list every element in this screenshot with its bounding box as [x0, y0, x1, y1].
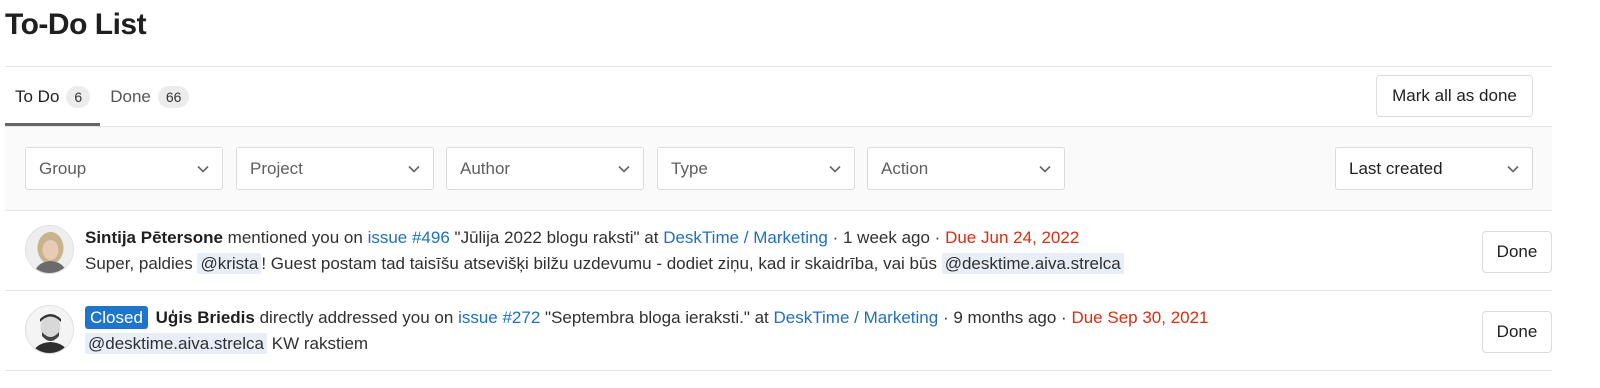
sort-dropdown[interactable]: Last created — [1335, 147, 1533, 190]
todo-target-link[interactable]: issue #496 — [368, 228, 450, 247]
todo-mention[interactable]: @krista — [197, 253, 262, 274]
done-button[interactable]: Done — [1482, 311, 1552, 353]
action-filter-dropdown[interactable]: Action — [867, 147, 1065, 190]
todo-project-link[interactable]: DeskTime / Marketing — [774, 308, 939, 327]
tab-done-label: Done — [110, 86, 151, 106]
status-badge: Closed — [85, 306, 148, 329]
todo-action-text: directly addressed you on — [259, 308, 454, 327]
todo-time: · 1 week ago · — [832, 228, 941, 247]
mark-all-done-button[interactable]: Mark all as done — [1376, 75, 1533, 117]
chevron-down-icon — [407, 162, 421, 176]
todo-summary: Closed Uģis Briedis directly addressed y… — [85, 306, 1209, 329]
chevron-down-icon — [828, 162, 842, 176]
todo-tabs: To Do 6 Done 66 — [5, 67, 199, 126]
group-filter-dropdown[interactable]: Group — [25, 147, 223, 190]
todo-body-text: ! Guest postam tad taisīšu atsevišķi bil… — [261, 254, 937, 273]
todo-action-text: mentioned you on — [227, 228, 363, 247]
project-filter-label: Project — [250, 158, 303, 178]
todo-body: Super, paldies @krista! Guest postam tad… — [85, 253, 1124, 274]
todo-author[interactable]: Uģis Briedis — [156, 308, 255, 327]
chevron-down-icon — [1038, 162, 1052, 176]
todo-body: @desktime.aiva.strelca KW rakstiem — [85, 333, 369, 354]
todo-summary: Sintija Pētersone mentioned you on issue… — [85, 228, 1079, 248]
chevron-down-icon — [196, 162, 210, 176]
todo-due-date: Due Jun 24, 2022 — [945, 228, 1080, 247]
done-button[interactable]: Done — [1482, 231, 1552, 273]
chevron-down-icon — [617, 162, 631, 176]
todo-body-text: KW rakstiem — [271, 334, 369, 353]
filter-bar: Group Project Author Type Action Last cr… — [5, 126, 1552, 211]
author-filter-label: Author — [460, 158, 511, 178]
action-filter-label: Action — [881, 158, 929, 178]
type-filter-dropdown[interactable]: Type — [657, 147, 855, 190]
title-divider — [5, 66, 1552, 67]
tab-todo-count: 6 — [66, 85, 91, 108]
todo-item: Closed Uģis Briedis directly addressed y… — [5, 291, 1552, 371]
todo-mention[interactable]: @desktime.aiva.strelca — [941, 253, 1124, 274]
chevron-down-icon — [1506, 162, 1520, 176]
todo-time: · 9 months ago · — [942, 308, 1067, 327]
tab-todo[interactable]: To Do 6 — [5, 67, 101, 126]
tab-done[interactable]: Done 66 — [100, 67, 199, 126]
author-filter-dropdown[interactable]: Author — [446, 147, 644, 190]
todo-target-link[interactable]: issue #272 — [458, 308, 540, 327]
todo-body-text: Super, paldies — [85, 254, 193, 273]
todo-target-title: "Septembra bloga ieraksti." at — [545, 308, 769, 327]
group-filter-label: Group — [39, 158, 87, 178]
user-avatar[interactable] — [25, 305, 74, 354]
user-avatar[interactable] — [25, 225, 74, 274]
todo-target-title: "Jūlija 2022 blogu raksti" at — [454, 228, 659, 247]
sort-label: Last created — [1349, 158, 1443, 178]
project-filter-dropdown[interactable]: Project — [236, 147, 434, 190]
todo-author[interactable]: Sintija Pētersone — [85, 228, 223, 247]
todo-mention[interactable]: @desktime.aiva.strelca — [85, 333, 267, 354]
tab-done-count: 66 — [157, 85, 190, 108]
tab-todo-label: To Do — [15, 86, 60, 106]
todo-project-link[interactable]: DeskTime / Marketing — [663, 228, 828, 247]
todo-item: Sintija Pētersone mentioned you on issue… — [5, 211, 1552, 291]
type-filter-label: Type — [671, 158, 708, 178]
todo-due-date: Due Sep 30, 2021 — [1071, 308, 1209, 327]
page-title: To-Do List — [5, 8, 147, 41]
